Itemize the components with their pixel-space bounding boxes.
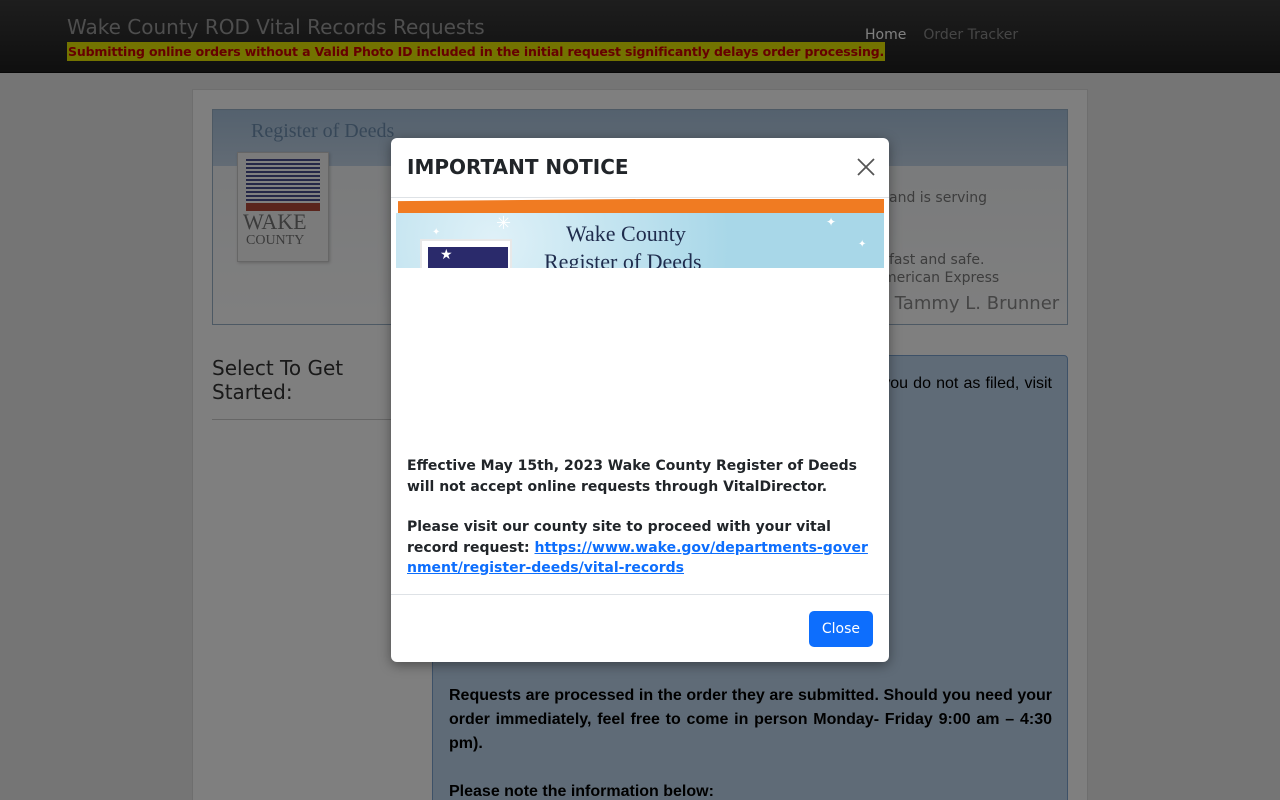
close-icon[interactable] <box>855 156 877 178</box>
notice-text: Effective May 15th, 2023 Wake County Reg… <box>407 458 857 495</box>
modal-header: IMPORTANT NOTICE <box>391 138 889 198</box>
notice-image: ✳ ✦ ✦ ✦ ★ Wake County Register of Deeds <box>396 199 884 268</box>
modal-body: Effective May 15th, 2023 Wake County Reg… <box>407 456 873 579</box>
notice-text: Please visit our county site to proceed … <box>407 519 868 576</box>
modal-title: IMPORTANT NOTICE <box>407 155 629 179</box>
modal-footer: Close <box>391 594 889 662</box>
close-button[interactable]: Close <box>808 611 873 647</box>
important-notice-modal: IMPORTANT NOTICE ✳ ✦ ✦ ✦ ★ Wake County R… <box>391 138 889 662</box>
